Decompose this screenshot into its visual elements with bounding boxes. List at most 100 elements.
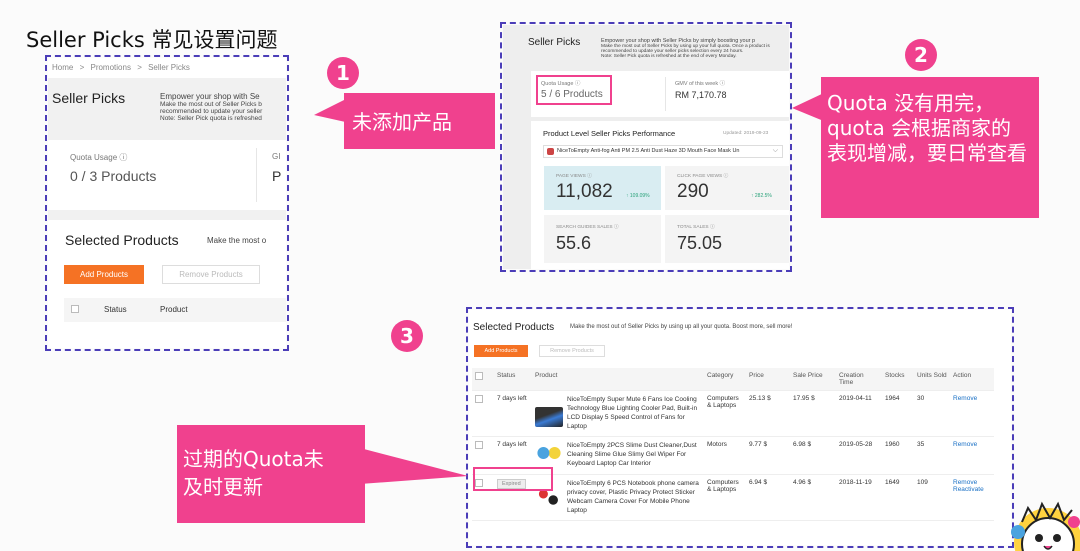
chevron-down-icon: ⌵ [772,147,778,154]
badge-3: 3 [391,320,423,352]
breadcrumb: Home > Promotions > Seller Picks [52,63,190,72]
row-sale-price: 6.98 $ [790,436,836,475]
slime-cleaner-thumbnail [535,445,563,465]
row-units-sold: 109 [914,474,950,521]
col-product: Product [532,368,704,391]
quota-label: Quota Usage ⓘ [70,153,128,162]
select-all-checkbox[interactable] [71,305,79,313]
col-price: Price [746,368,790,391]
row-creation-time: 2019-05-28 [836,436,882,475]
breadcrumb-promotions[interactable]: Promotions [90,63,130,72]
badge-1: 1 [327,57,359,89]
row-checkbox[interactable] [475,395,483,403]
shot2-description: Empower your shop with Seller Picks by s… [601,38,770,59]
shot2-gmv-value: RM 7,170.78 [675,90,727,100]
shot2: Seller Picks Empower your shop with Sell… [503,25,789,269]
row-sale-price: 17.95 $ [790,390,836,437]
shot3-add-products-button[interactable]: Add Products [474,345,528,357]
metric-search-guides-sales: SEARCH GUIDES SALES ⓘ 55.6 [544,215,661,263]
row-product-name[interactable]: NiceToEmpty Super Mute 6 Fans Ice Coolin… [567,395,701,431]
remove-link[interactable]: Remove [953,441,977,448]
page-title: Seller Picks 常见设置问题 [26,28,278,52]
product-select[interactable]: NiceToEmpty Anti-fog Anti PM 2.5 Anti Du… [543,145,783,158]
shot2-heading: Seller Picks [528,37,581,48]
shot2-header: Seller Picks Empower your shop with Sell… [503,25,789,69]
row-price: 9.77 $ [746,436,790,475]
cooler-pad-thumbnail [535,407,563,427]
header-panel: Seller Picks Empower your shop with Se M… [48,78,286,140]
row-sale-price: 4.96 $ [790,474,836,521]
callout-2: Quota 没有用完，quota 会根据商家的表现增减，要日常查看 [821,77,1039,218]
row-product-name[interactable]: NiceToEmpty 6 PCS Notebook phone camera … [567,479,701,515]
row-stocks: 1964 [882,390,914,437]
metric-page-views: PAGE VIEWS ⓘ 11,082 ↑ 109.09% [544,166,661,210]
callout-1: 未添加产品 [344,93,495,149]
callout-3: 过期的Quota未及时更新 [177,425,365,523]
table-row: 7 days left NiceToEmpty Super Mute 6 Fan… [472,390,994,437]
col-product: Product [160,305,188,314]
selected-products-title: Selected Products [65,232,179,248]
row-stocks: 1649 [882,474,914,521]
row-status: 7 days left [494,390,532,437]
row-creation-time: 2018-11-19 [836,474,882,521]
shot2-gmv-label: GMV of this week ⓘ [675,81,726,87]
updated-text: Updated: 2019-09-23 [723,131,769,136]
col-creation-time: Creation Time [836,368,882,391]
gmv-label: GI [272,152,281,161]
row-price: 25.13 $ [746,390,790,437]
remove-link[interactable]: Remove [953,479,991,486]
product-thumb [547,148,554,155]
col-sale-price: Sale Price [790,368,836,391]
performance-title: Product Level Seller Picks Performance [543,129,676,138]
row-product-name[interactable]: NiceToEmpty 2PCS Slime Dust Cleaner,Dust… [567,441,701,468]
slide: Seller Picks 常见设置问题 Home > Promotions > … [0,0,1080,551]
metric-total-sales: TOTAL SALES ⓘ 75.05 [665,215,789,263]
shot3-selected-title: Selected Products [473,322,555,333]
shot2-quota-card: Quota Usage ⓘ 5 / 6 Products GMV of this… [531,71,789,117]
col-stocks: Stocks [882,368,914,391]
table-header-row: Status Product Category Price Sale Price… [472,368,994,391]
table-header: Status Product [64,298,286,322]
product-select-value: NiceToEmpty Anti-fog Anti PM 2.5 Anti Du… [557,148,740,154]
shot2-quota-label: Quota Usage ⓘ [541,81,581,87]
row-creation-time: 2019-04-11 [836,390,882,437]
breadcrumb-seller-picks[interactable]: Seller Picks [148,63,190,72]
shot3: Selected Products Make the most out of S… [469,310,1011,545]
selected-products-desc: Make the most o [207,236,267,245]
quota-card: Quota Usage ⓘ 0 / 3 Products GI P [48,140,286,210]
remove-products-button[interactable]: Remove Products [162,265,260,284]
add-products-button[interactable]: Add Products [64,265,144,284]
shot2-quota-value: 5 / 6 Products [541,89,603,100]
shot1: Home > Promotions > Seller Picks Seller … [48,58,286,348]
shot3-remove-products-button[interactable]: Remove Products [539,345,605,357]
callout3-pointer [360,448,468,484]
row-category: Computers & Laptops [704,474,746,521]
shot1-heading: Seller Picks [52,90,126,106]
row-category: Computers & Laptops [704,390,746,437]
gmv-value: P [272,168,282,184]
remove-link[interactable]: Remove [953,395,977,402]
quota-value: 0 / 3 Products [70,168,157,184]
reactivate-link[interactable]: Reactivate [953,486,991,493]
col-units-sold: Units Sold [914,368,950,391]
col-category: Category [704,368,746,391]
row-units-sold: 30 [914,390,950,437]
col-status: Status [104,305,127,314]
mascot-icon [1011,501,1080,551]
row-units-sold: 35 [914,436,950,475]
col-action: Action [950,368,994,391]
col-status: Status [494,368,532,391]
expired-highlight [473,467,553,491]
row-stocks: 1960 [882,436,914,475]
row-category: Motors [704,436,746,475]
metric-click-page-views: CLICK PAGE VIEWS ⓘ 290 ↑ 282.5% [665,166,789,210]
badge-2: 2 [905,39,937,71]
performance-card: Product Level Seller Picks Performance U… [531,121,789,269]
row-price: 6.94 $ [746,474,790,521]
row-checkbox[interactable] [475,441,483,449]
shot3-selected-desc: Make the most out of Seller Picks by usi… [570,324,793,330]
breadcrumb-home[interactable]: Home [52,63,73,72]
shot1-description: Empower your shop with Se Make the most … [160,92,263,122]
selected-products-table: Status Product Category Price Sale Price… [472,368,994,521]
select-all-checkbox[interactable] [475,372,483,380]
